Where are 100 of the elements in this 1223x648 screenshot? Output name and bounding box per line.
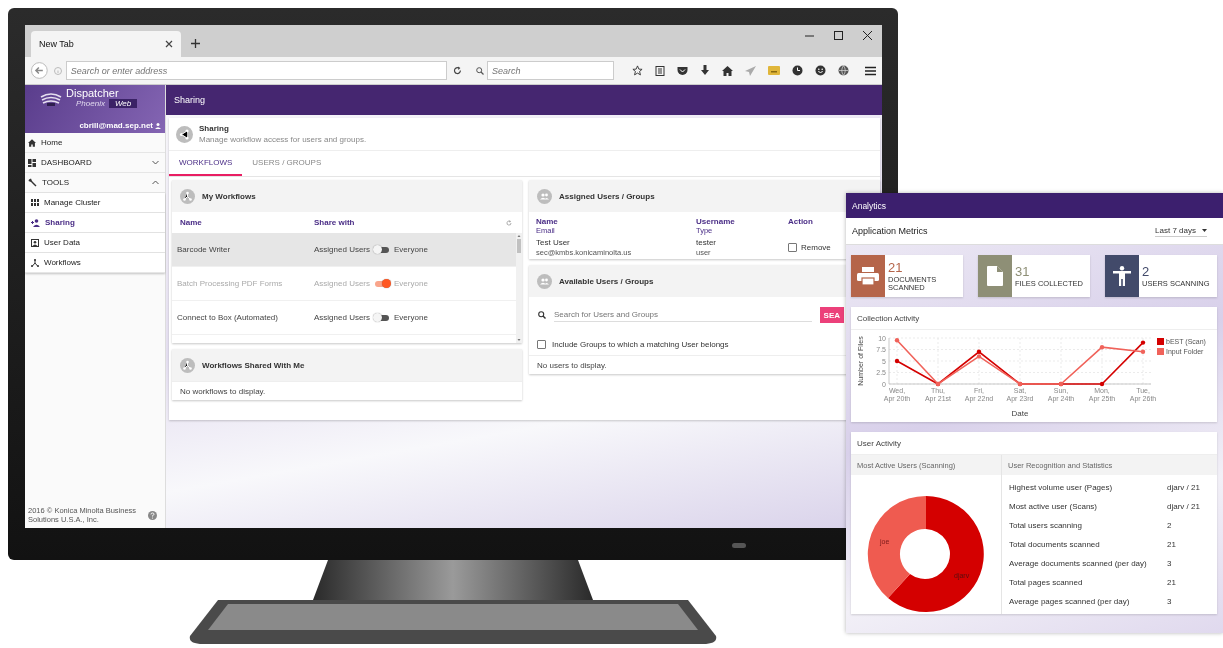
data-point: [894, 358, 900, 364]
help-icon[interactable]: [148, 510, 157, 520]
workflow-name: Batch Processing PDF Forms: [177, 279, 284, 288]
maximize-icon[interactable]: [834, 31, 843, 40]
caret-icon: [1202, 229, 1207, 232]
toggle-switch[interactable]: [375, 246, 390, 253]
stat-value: 2: [1167, 521, 1173, 530]
legend-swatch: [1157, 348, 1164, 355]
card-title: Collection Activity: [857, 313, 920, 323]
panel-title: Available Users / Groups: [559, 276, 654, 286]
empty-message: No workflows to display.: [180, 386, 266, 396]
toggle-label: Everyone: [394, 279, 428, 288]
data-point: [1099, 345, 1105, 350]
search-field[interactable]: Search: [487, 61, 614, 80]
data-point: [1140, 340, 1146, 345]
column-header: Username: [696, 217, 736, 226]
sidebar-item[interactable]: Manage Cluster: [25, 193, 165, 213]
legend-swatch: [1157, 338, 1164, 345]
screen-icon[interactable]: [768, 66, 780, 75]
workflow-name: Barcode Writer: [177, 245, 232, 254]
stat-name: Highest volume user (Pages): [1009, 483, 1114, 492]
stat-value: 21: [888, 260, 904, 275]
stat-value: 3: [1167, 559, 1173, 568]
submit-button[interactable]: SEA: [819, 307, 844, 323]
toggle-label: Assigned Users: [314, 279, 371, 288]
sidebar-item[interactable]: Workflows: [25, 253, 165, 273]
stat-value: djarv / 21: [1167, 502, 1201, 511]
workflow-row[interactable]: Barcode Writer Assigned Users Everyone: [172, 233, 516, 267]
star-icon[interactable]: [632, 65, 643, 76]
toggle-label: Everyone: [394, 245, 428, 254]
address-field[interactable]: Search or enter address: [65, 61, 448, 80]
column-header: Name: [536, 217, 559, 226]
smiley-icon[interactable]: [815, 65, 826, 76]
close-icon[interactable]: [165, 40, 173, 48]
add-user-icon: [31, 218, 40, 227]
person-icon: [1113, 266, 1131, 286]
toggle-label: Everyone: [394, 313, 428, 322]
workflow-row[interactable]: Connect to Box (Automated) Assigned Users Everyone: [172, 301, 516, 335]
panel-title: My Workflows: [202, 191, 256, 201]
globe-icon[interactable]: [838, 65, 849, 76]
clock-icon[interactable]: [792, 65, 803, 76]
include-groups-checkbox[interactable]: [537, 339, 546, 349]
pocket-icon[interactable]: [677, 65, 688, 76]
stat-value: 21: [1167, 578, 1177, 587]
wrench-icon: [28, 178, 37, 187]
file-icon: [987, 266, 1003, 286]
scrollbar[interactable]: [516, 233, 522, 343]
search-icon: [476, 66, 484, 75]
empty-message: No users to display.: [537, 360, 607, 370]
stat-value: 21: [1167, 540, 1177, 549]
stat-value: djarv / 21: [1167, 483, 1201, 492]
toggle-label: Assigned Users: [314, 245, 371, 254]
panel-title: Workflows Shared With Me: [202, 360, 305, 370]
person-icon: [155, 122, 161, 129]
x-axis-title: Date: [1011, 409, 1029, 418]
download-icon[interactable]: [700, 65, 710, 76]
panel-title: Analytics: [852, 200, 886, 211]
stat-name: Average pages scanned (per day): [1009, 597, 1131, 606]
stat-value: 3: [1167, 597, 1173, 606]
sidebar-item[interactable]: Home: [25, 133, 165, 153]
remove-checkbox[interactable]: [788, 243, 797, 252]
stat-name: Most active user (Scans): [1009, 502, 1099, 511]
sidebar-item[interactable]: Sharing: [25, 213, 165, 233]
checkbox-label: Include Groups to which a matching User belongs: [552, 339, 729, 349]
sidebar-item[interactable]: User Data: [25, 233, 165, 253]
logo-subtitle: Phoenix: [76, 99, 105, 108]
stat-name: Total documents scanned: [1009, 540, 1101, 549]
section-title: Sharing: [199, 124, 230, 133]
reload-icon[interactable]: [453, 66, 462, 75]
user-email: cbrill@mad.sep.net: [79, 121, 153, 130]
toggle-switch[interactable]: [375, 314, 390, 321]
panel-title: Assigned Users / Groups: [559, 191, 655, 201]
range-dropdown[interactable]: Last 7 days: [1155, 225, 1207, 237]
home-icon[interactable]: [722, 65, 733, 76]
menu-icon[interactable]: [865, 65, 876, 76]
workflow-name: Connect to Box (Automated): [177, 313, 279, 322]
section-title: Application Metrics: [852, 226, 928, 236]
stat-value: 2: [1142, 264, 1151, 279]
tab[interactable]: USERS / GROUPS: [242, 151, 332, 176]
workflow-icon: [31, 258, 39, 267]
stat-name: Total users scanning: [1009, 521, 1083, 530]
logo-badge: Web: [108, 99, 138, 108]
clipboard-icon[interactable]: [655, 65, 665, 76]
home-icon: [28, 138, 36, 147]
group-icon: [537, 273, 552, 289]
new-tab-icon[interactable]: [191, 39, 200, 48]
column-header: Name: [180, 218, 203, 227]
search-icon: [538, 311, 546, 319]
data-point: [894, 338, 900, 343]
data-point: [1140, 349, 1146, 354]
tab[interactable]: WORKFLOWS: [169, 151, 243, 176]
back-icon[interactable]: [31, 62, 48, 79]
close-icon[interactable]: [863, 31, 872, 40]
stat-value: 31: [1015, 264, 1031, 279]
group-icon: [537, 188, 552, 204]
sidebar-item[interactable]: DASHBOARD: [25, 153, 165, 173]
browser-tab[interactable]: New Tab: [31, 31, 181, 57]
user-name: Test User: [536, 238, 571, 247]
page-heading: Sharing: [174, 95, 206, 105]
chevron-down-icon: [152, 160, 159, 165]
